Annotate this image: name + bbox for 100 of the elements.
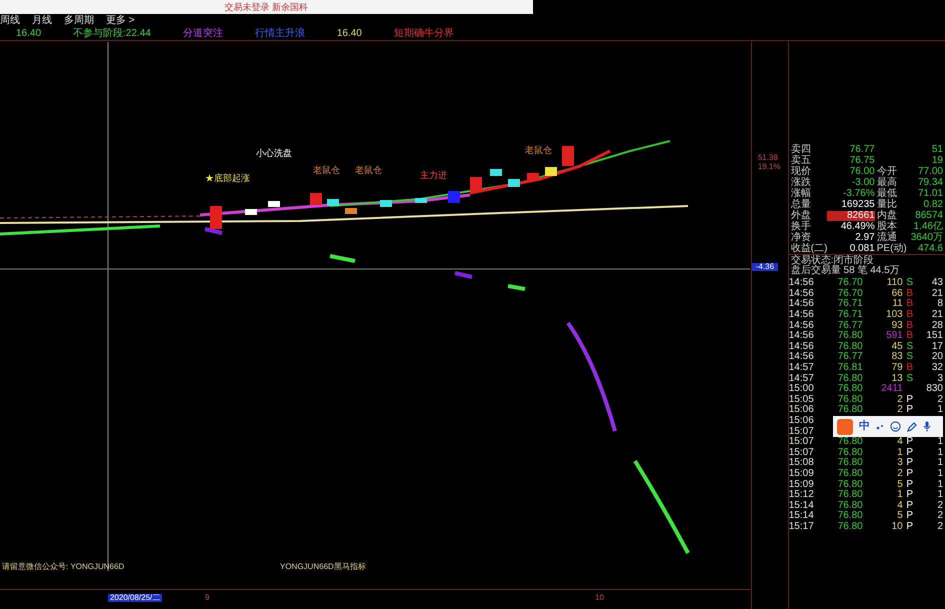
- candle: [490, 169, 502, 176]
- quote-value: 2.97: [854, 232, 875, 242]
- tick-flag-label: P: [905, 500, 914, 511]
- quote-value: -3.76%: [842, 188, 875, 198]
- tick-flag-label: S: [905, 342, 914, 352]
- axis-tick-label: 9: [205, 594, 210, 602]
- tick-count: 2: [936, 394, 944, 405]
- tick-time: 14:56: [788, 320, 815, 331]
- tick-count: 17: [930, 342, 944, 352]
- period-tab[interactable]: 月线: [32, 16, 52, 26]
- candle: [380, 200, 392, 207]
- tick-count: 2: [936, 511, 944, 522]
- tick-time: 15:17: [788, 522, 815, 532]
- candle: [310, 193, 322, 205]
- tick-price: 76.70: [836, 278, 863, 288]
- tick-volume: 110: [886, 278, 903, 288]
- tick-flag-label: S: [905, 278, 914, 288]
- quote-label: 股本: [876, 222, 898, 232]
- axis-percent-label: 19.1%: [758, 163, 780, 171]
- candle: [562, 146, 574, 166]
- quote-label: 总量: [790, 200, 812, 210]
- tick-time: 14:56: [788, 299, 815, 310]
- axis-price-label: 51.38: [758, 154, 778, 162]
- tick-count: 1: [936, 490, 944, 500]
- quote-label: 卖五: [790, 156, 812, 166]
- tick-time: 15:07: [788, 448, 815, 458]
- tick-price: 76.70: [836, 288, 863, 299]
- signal-line: [204, 227, 222, 235]
- tick-price: 76.80: [836, 468, 863, 479]
- tick-price: 76.80: [836, 522, 863, 532]
- tick-flag-label: P: [905, 480, 914, 490]
- tick-time: 14:57: [788, 363, 815, 374]
- tick-time: 15:07: [788, 426, 815, 437]
- tick-volume: 1: [896, 490, 903, 500]
- tick-time: 15:09: [788, 480, 815, 490]
- tick-time: 14:57: [788, 374, 815, 384]
- candle: [508, 179, 520, 187]
- quote-value: 71.01: [916, 188, 944, 198]
- smiley-icon[interactable]: [890, 421, 901, 432]
- candle: [327, 199, 339, 206]
- tick-time: 14:56: [788, 342, 815, 352]
- chart-signal-label: 主力进: [420, 171, 447, 180]
- tick-time: 15:06: [788, 416, 815, 426]
- candle: [470, 177, 482, 191]
- quote-value: 76.00: [848, 166, 875, 176]
- tick-price: 76.80: [836, 448, 863, 458]
- tick-count: 21: [930, 288, 944, 299]
- candle: [448, 191, 460, 203]
- indicator-value: 短期确牛分界: [394, 28, 454, 38]
- tick-volume: 45: [890, 342, 903, 352]
- tick-flag-label: S: [905, 352, 914, 362]
- ime-toolbar[interactable]: 中: [832, 416, 943, 437]
- quote-value: 86574: [914, 210, 944, 220]
- tick-count: 1: [936, 437, 944, 448]
- quote-label: PE(动): [876, 244, 908, 254]
- tick-volume: 66: [890, 288, 903, 299]
- punctuation-icon[interactable]: [876, 422, 884, 430]
- tick-price: 76.80: [836, 394, 863, 405]
- tick-volume: 5: [896, 511, 903, 522]
- tick-time: 15:07: [788, 437, 815, 448]
- tick-price: 76.80: [836, 384, 863, 394]
- pen-icon[interactable]: [906, 422, 917, 432]
- period-tab[interactable]: 多周期: [64, 16, 94, 26]
- tick-price: 76.71: [836, 299, 863, 310]
- tick-volume: 93: [890, 320, 903, 331]
- tick-price: 76.80: [836, 458, 863, 468]
- tick-time: 15:14: [788, 500, 815, 511]
- period-tab[interactable]: 周线: [0, 16, 20, 26]
- quote-value: 19: [930, 156, 944, 166]
- candle: [210, 206, 222, 229]
- quote-value: -3.00: [850, 178, 875, 188]
- quote-label: 内盘: [876, 210, 898, 220]
- ime-logo-icon: [836, 418, 853, 434]
- tick-price: 76.77: [836, 352, 863, 362]
- tick-time: 15:00: [788, 384, 815, 394]
- signal-line: [330, 254, 356, 263]
- tick-volume: 2: [896, 405, 903, 416]
- tick-price: 76.80: [836, 437, 863, 448]
- tick-count: 43: [930, 278, 944, 288]
- quote-value: 0.82: [922, 200, 944, 210]
- indicator-name: YONGJUN66D黑马指标: [280, 563, 366, 571]
- tick-time: 14:56: [788, 278, 815, 288]
- period-tab[interactable]: 更多 >: [106, 16, 135, 26]
- tick-time: 15:12: [788, 490, 815, 500]
- tick-flag-label: B: [905, 331, 914, 342]
- quote-label: 收益(二): [790, 244, 827, 254]
- tick-volume: 2411: [880, 384, 903, 394]
- ime-mode-toggle[interactable]: 中: [858, 421, 870, 432]
- microphone-icon[interactable]: [922, 421, 931, 432]
- tick-volume: 4: [896, 437, 903, 448]
- tick-volume: 5: [896, 480, 903, 490]
- candle: [268, 201, 280, 207]
- tick-price: 76.80: [836, 500, 863, 511]
- tick-count: 1: [936, 458, 944, 468]
- tick-time: 14:56: [788, 288, 815, 299]
- chart-signal-label: 老鼠仓: [525, 146, 552, 155]
- quote-value: 474.6: [916, 244, 944, 254]
- trading-status: 交易状态:闭市阶段: [788, 254, 945, 266]
- quote-label: 外盘: [790, 210, 812, 220]
- tick-time: 15:05: [788, 394, 815, 405]
